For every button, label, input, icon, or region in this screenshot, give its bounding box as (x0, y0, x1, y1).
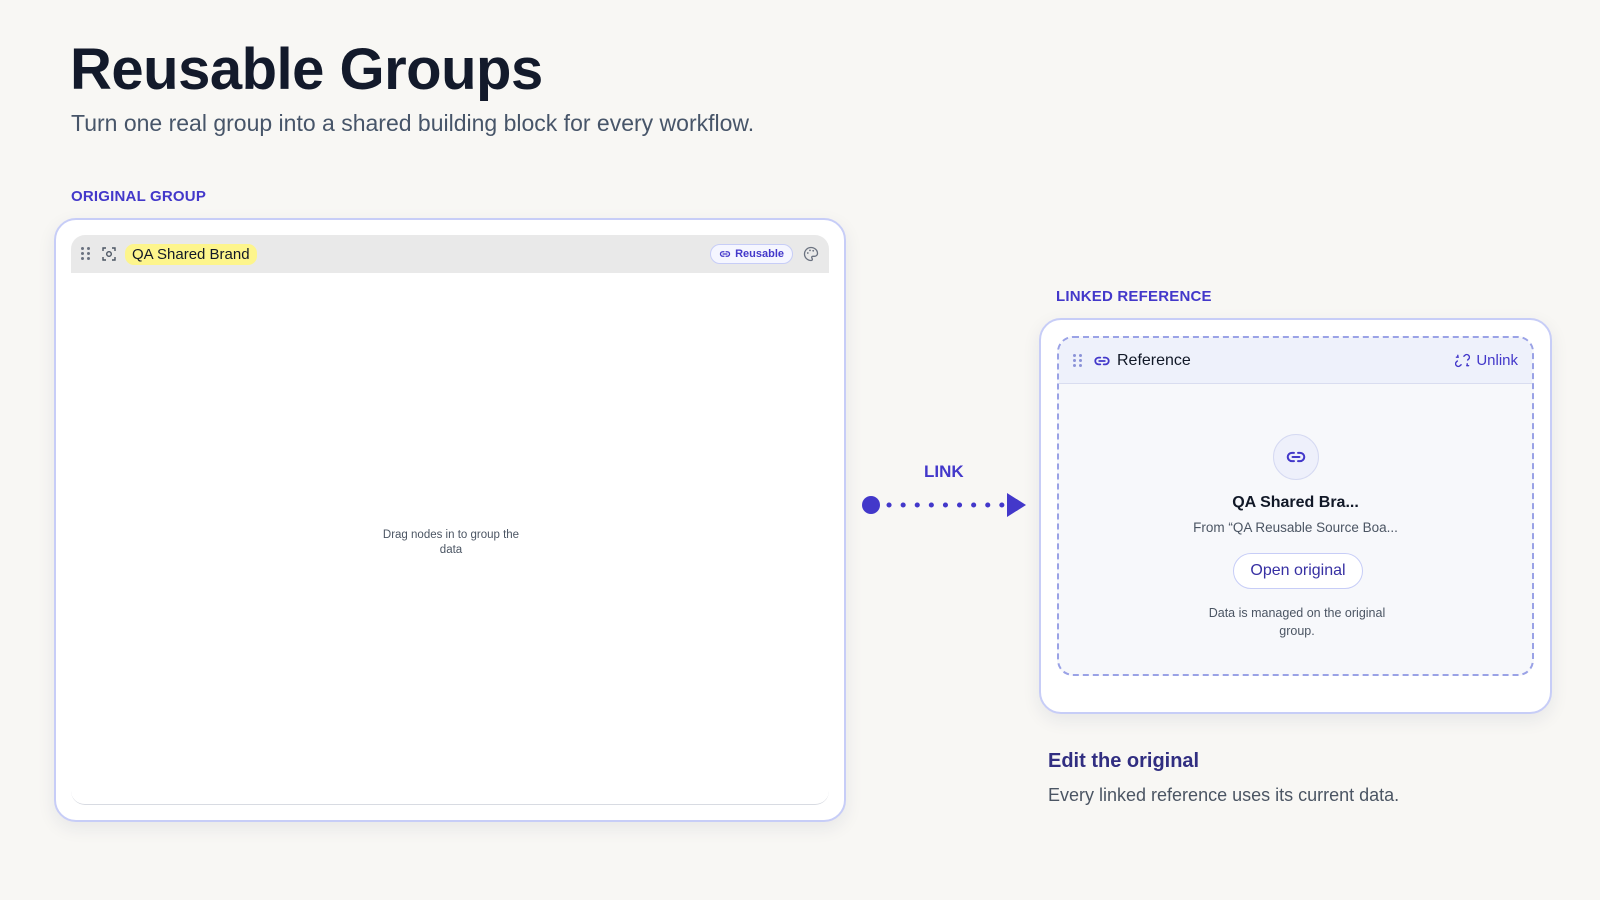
reference-header: Reference Unlink (1059, 338, 1532, 384)
connector-start-dot (862, 496, 880, 514)
linked-reference-frame: Reference Unlink QA Shared Bra... From “… (1057, 336, 1534, 676)
open-original-button[interactable]: Open original (1233, 553, 1363, 589)
edit-original-description: Every linked reference uses its current … (1048, 785, 1400, 805)
empty-group-hint: Drag nodes in to group the data (382, 529, 520, 556)
unlink-button[interactable]: Unlink (1455, 352, 1518, 369)
group-name[interactable]: QA Shared Brand (125, 243, 257, 265)
original-group-canvas[interactable]: QA Shared Brand Reusable Drag nodes in t… (71, 235, 829, 805)
reusable-badge[interactable]: Reusable (710, 244, 793, 264)
unlink-label: Unlink (1476, 352, 1518, 369)
reference-source: From “QA Reusable Source Boa... (1193, 520, 1398, 535)
original-group-label: ORIGINAL GROUP (71, 188, 207, 205)
link-label: LINK (924, 462, 964, 481)
reference-note: Data is managed on the original group. (1208, 606, 1386, 638)
linked-reference-label: LINKED REFERENCE (1056, 288, 1212, 305)
reference-link-badge (1273, 434, 1319, 480)
unlink-icon (1455, 353, 1471, 368)
link-icon (1286, 451, 1306, 463)
connector-arrowhead (1007, 493, 1026, 517)
link-icon (1094, 356, 1110, 365)
reusable-badge-label: Reusable (735, 248, 784, 260)
reference-body: QA Shared Bra... From “QA Reusable Sourc… (1059, 384, 1532, 674)
linked-reference-card: Reference Unlink QA Shared Bra... From “… (1039, 318, 1552, 714)
drag-handle-icon[interactable] (81, 247, 91, 261)
reference-group-name: QA Shared Bra... (1232, 494, 1359, 511)
focus-frame-icon[interactable] (101, 246, 117, 262)
reference-title: Reference (1117, 351, 1191, 369)
palette-icon[interactable] (803, 246, 819, 262)
edit-original-title: Edit the original (1048, 750, 1200, 772)
page-subtitle: Turn one real group into a shared buildi… (71, 110, 755, 136)
link-arrow-connector (862, 493, 1026, 517)
link-icon (719, 251, 731, 257)
page-title: Reusable Groups (70, 37, 543, 102)
original-group-header: QA Shared Brand Reusable (71, 235, 829, 273)
drag-handle-icon[interactable] (1073, 353, 1083, 368)
original-group-card: QA Shared Brand Reusable Drag nodes in t… (54, 218, 846, 822)
